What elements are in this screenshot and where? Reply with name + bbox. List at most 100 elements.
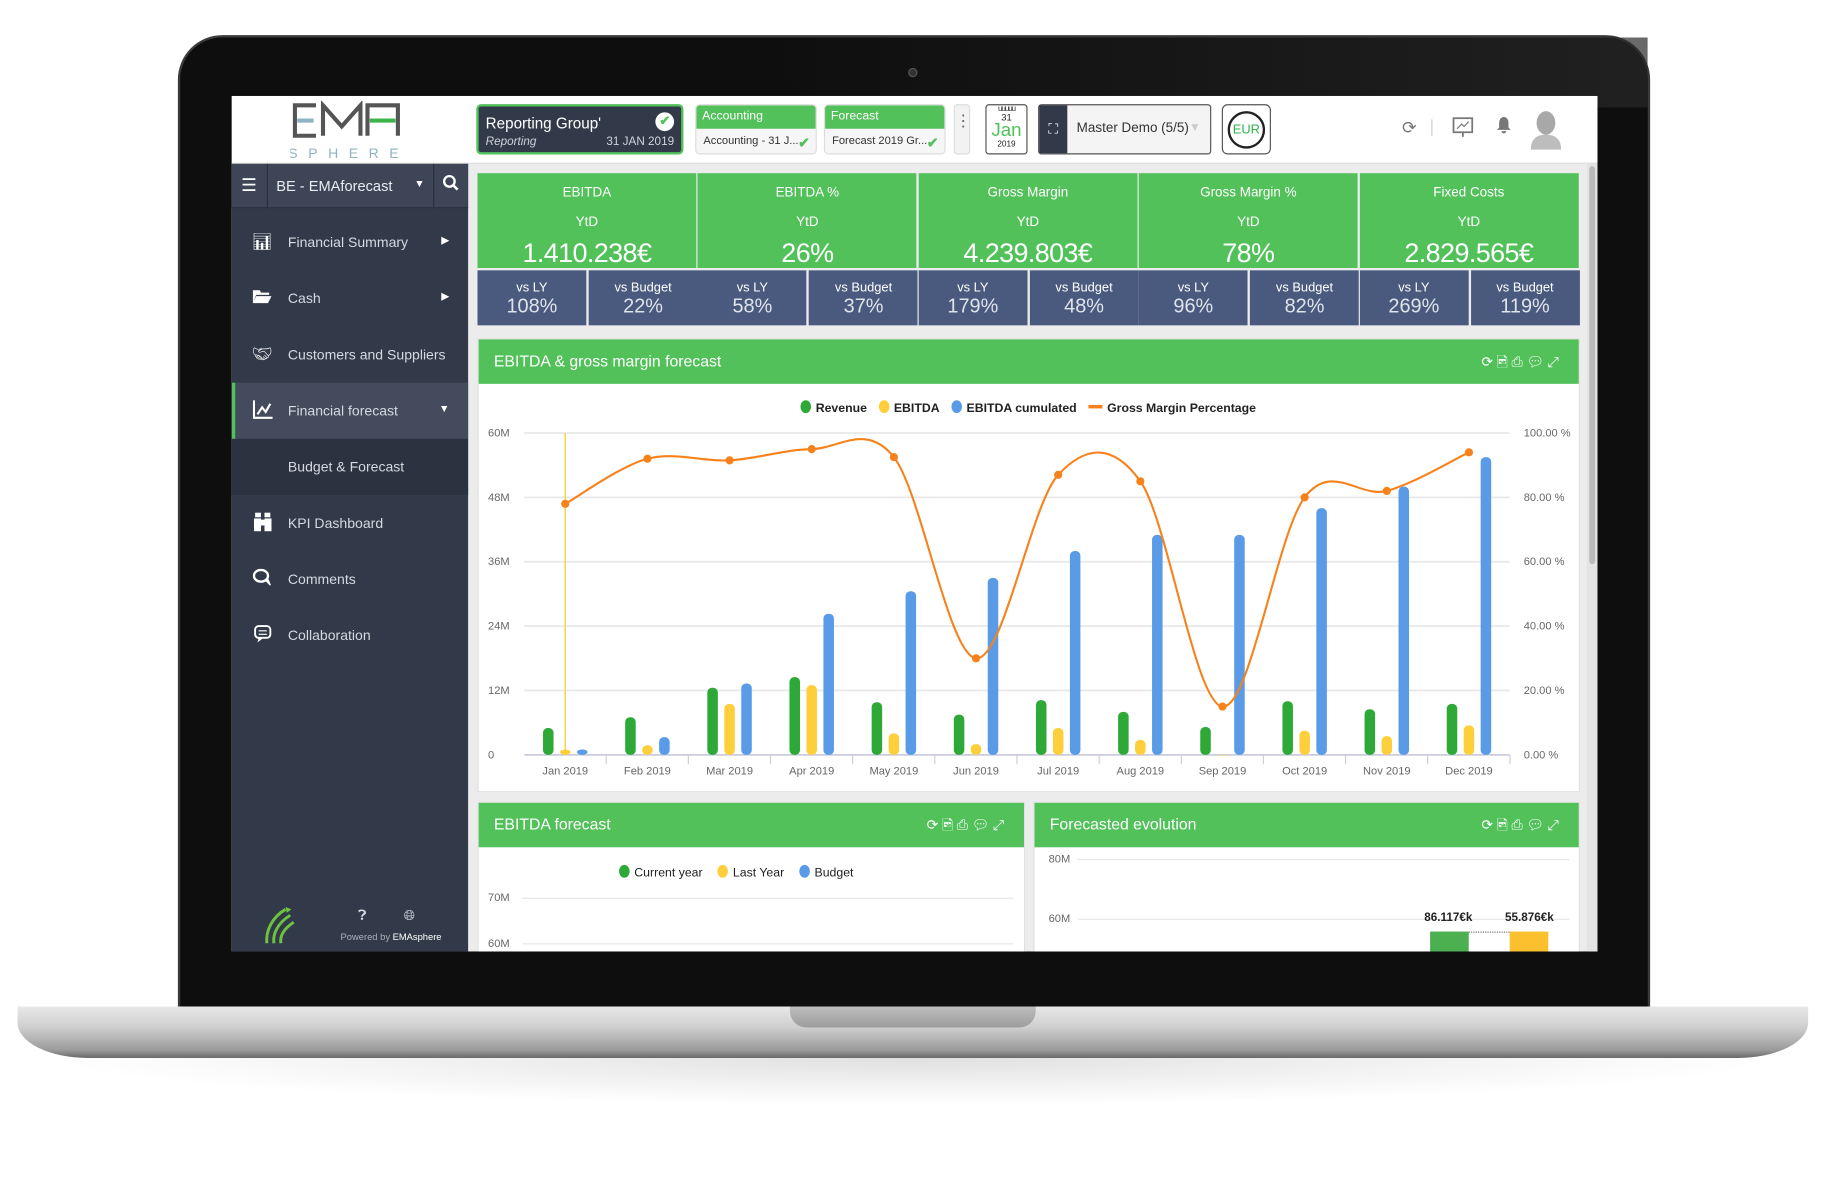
kpi-value: 4.239.803€: [963, 237, 1093, 268]
kpi-sub-label: vs LY: [736, 280, 768, 295]
kpi-main: Gross Margin YtD 4.239.803€: [918, 173, 1138, 268]
emasphere-logo[interactable]: SPHERE: [288, 99, 407, 162]
gross-margin-point: [1054, 470, 1063, 479]
kpi-title: Fixed Costs: [1433, 186, 1505, 201]
kpi-sub-label: vs Budget: [1496, 280, 1554, 295]
presentation-icon[interactable]: [1452, 116, 1474, 144]
bar-ebitda: [970, 744, 982, 755]
kpi-card[interactable]: Fixed Costs YtD 2.829.565€ vs LY 269% vs Bu…: [1359, 173, 1580, 326]
calendar-year: 2019: [997, 140, 1016, 149]
sidebar-item-financial-summary[interactable]: 📊︎ Financial Summary ▶: [232, 214, 468, 270]
kpi-card[interactable]: Gross Margin % YtD 78% vs LY 96% vs Budget 8…: [1138, 173, 1359, 326]
comment-icon[interactable]: 💬︎: [1526, 353, 1547, 369]
sidebar-item-label: Collaboration: [287, 627, 371, 644]
sidebar-item-collaboration[interactable]: Collaboration: [232, 607, 468, 663]
reporting-group-selector[interactable]: Reporting Group' Reporting 31 JAN 2019 ✔: [476, 104, 684, 155]
x-tick: Nov 2019: [1363, 766, 1411, 778]
bar-ebitda-cumulated: [1398, 486, 1410, 755]
company-selector[interactable]: ⛶ Master Demo (5/5) ▼: [1038, 104, 1212, 155]
gross-margin-point: [1136, 477, 1145, 486]
date-picker[interactable]: uuuuu 31 Jan 2019: [985, 104, 1028, 155]
legend-label[interactable]: Budget: [815, 866, 854, 880]
sidebar-item-label: Budget & Forecast: [287, 458, 405, 476]
image-export-icon[interactable]: 🖻︎: [942, 817, 957, 833]
company-value: Master Demo (5/5): [1076, 121, 1189, 136]
panel-header: Forecasted evolution ⟳🖻︎⎙💬︎⤢: [1034, 802, 1579, 848]
refresh-icon[interactable]: ⟳: [1481, 353, 1496, 369]
sidebar-item-budget-forecast[interactable]: Budget & Forecast: [231, 438, 469, 496]
menu-icon[interactable]: ☰: [241, 174, 257, 196]
kpi-main: EBITDA YtD 1.410.238€: [477, 173, 697, 268]
legend-label[interactable]: Current year: [634, 866, 702, 880]
sidebar-item-cash[interactable]: Cash ▶: [232, 270, 468, 326]
scrollbar-thumb[interactable]: [1589, 166, 1596, 565]
handshake-icon: 🤝︎: [251, 344, 273, 363]
y-tick: 60M: [1048, 912, 1071, 926]
more-options-button[interactable]: ⋮: [953, 104, 971, 155]
avatar[interactable]: [1530, 110, 1562, 156]
bar-forecast[interactable]: [1509, 931, 1549, 952]
expand-icon[interactable]: ⤢: [1548, 353, 1563, 369]
sidebar-item-label: Financial Summary: [287, 234, 409, 251]
y-tick: 60M: [488, 937, 510, 951]
bar-ebitda: [1381, 736, 1393, 755]
sidebar-item-customers-suppliers[interactable]: 🤝︎ Customers and Suppliers: [232, 327, 468, 383]
help-icon[interactable]: ❓︎: [358, 907, 366, 925]
search-icon[interactable]: [442, 174, 459, 194]
bar-current[interactable]: [1430, 931, 1469, 952]
print-icon[interactable]: ⎙: [957, 817, 972, 833]
print-icon[interactable]: ⎙: [1511, 817, 1526, 833]
workspace-selector[interactable]: BE - EMAforecast: [276, 178, 392, 194]
sidebar-item-label: Financial forecast: [287, 402, 398, 419]
refresh-icon[interactable]: ⟳: [927, 817, 942, 833]
comment-icon[interactable]: 💬︎: [1526, 817, 1547, 833]
y-tick: 36M: [488, 556, 510, 568]
comments-icon: [252, 568, 273, 590]
forecast-selector[interactable]: Forecast Forecast 2019 Gr... ✔: [823, 104, 946, 155]
data-label: 86.117€k: [1424, 911, 1473, 925]
kpi-title: EBITDA %: [775, 186, 840, 201]
legend-label[interactable]: Last Year: [733, 866, 784, 880]
expand-icon[interactable]: ⤢: [1548, 817, 1563, 833]
bar-ebitda-cumulated: [823, 613, 834, 755]
bell-icon[interactable]: [1496, 116, 1512, 139]
scrollbar[interactable]: [1586, 163, 1598, 952]
bar-ebitda: [1463, 725, 1475, 755]
x-tick: Apr 2019: [789, 766, 834, 778]
kpi-title: Gross Margin: [987, 186, 1069, 201]
caret-down-icon[interactable]: ▼: [414, 178, 424, 190]
x-tick: May 2019: [869, 766, 918, 778]
refresh-icon[interactable]: ⟳: [1481, 817, 1496, 833]
kpi-sub-label: vs LY: [957, 280, 989, 295]
bar-ebitda-cumulated: [987, 577, 999, 755]
kpi-card[interactable]: EBITDA YtD 1.410.238€ vs LY 108% vs Budget 2…: [477, 173, 698, 326]
sidebar-item-kpi-dashboard[interactable]: KPI Dashboard: [232, 495, 468, 551]
kpi-card[interactable]: Gross Margin YtD 4.239.803€ vs LY 179% vs B…: [918, 173, 1139, 326]
bar-revenue: [707, 687, 718, 755]
panel-title: EBITDA forecast: [493, 815, 611, 834]
comment-icon[interactable]: 💬︎: [972, 817, 993, 833]
gross-margin-point: [1300, 493, 1309, 502]
currency-button[interactable]: EUR: [1221, 104, 1271, 155]
kpi-card[interactable]: EBITDA % YtD 26% vs LY 58% vs Budget 37%: [697, 173, 918, 326]
y2-tick: 60.00 %: [1524, 556, 1565, 568]
kpi-sub-label: vs Budget: [614, 280, 672, 295]
data-label: 55.876€k: [1505, 911, 1554, 925]
kpi-vs-budget: vs Budget 37%: [809, 270, 918, 326]
image-export-icon[interactable]: 🖻︎: [1497, 817, 1512, 833]
bar-revenue: [789, 677, 801, 755]
kpi-sub-label: vs Budget: [834, 280, 893, 295]
expand-icon[interactable]: ⤢: [993, 817, 1008, 833]
print-icon[interactable]: ⎙: [1511, 353, 1526, 369]
bar-ebitda: [1052, 728, 1064, 755]
refresh-icon[interactable]: ⟳: [1402, 117, 1417, 138]
sidebar-item-comments[interactable]: Comments: [232, 551, 468, 607]
globe-icon[interactable]: 🌐︎: [404, 907, 415, 925]
kpi-sub-value: 179%: [947, 294, 999, 318]
kpi-vs-budget: vs Budget 22%: [588, 270, 698, 326]
kpi-value: 26%: [781, 237, 834, 268]
kpi-vs-ly: vs LY 108%: [477, 270, 587, 326]
sidebar-item-financial-forecast[interactable]: Financial forecast ▼: [231, 382, 469, 439]
accounting-selector[interactable]: Accounting Accounting - 31 J... ✔: [695, 104, 817, 155]
image-export-icon[interactable]: 🖻︎: [1497, 353, 1512, 369]
